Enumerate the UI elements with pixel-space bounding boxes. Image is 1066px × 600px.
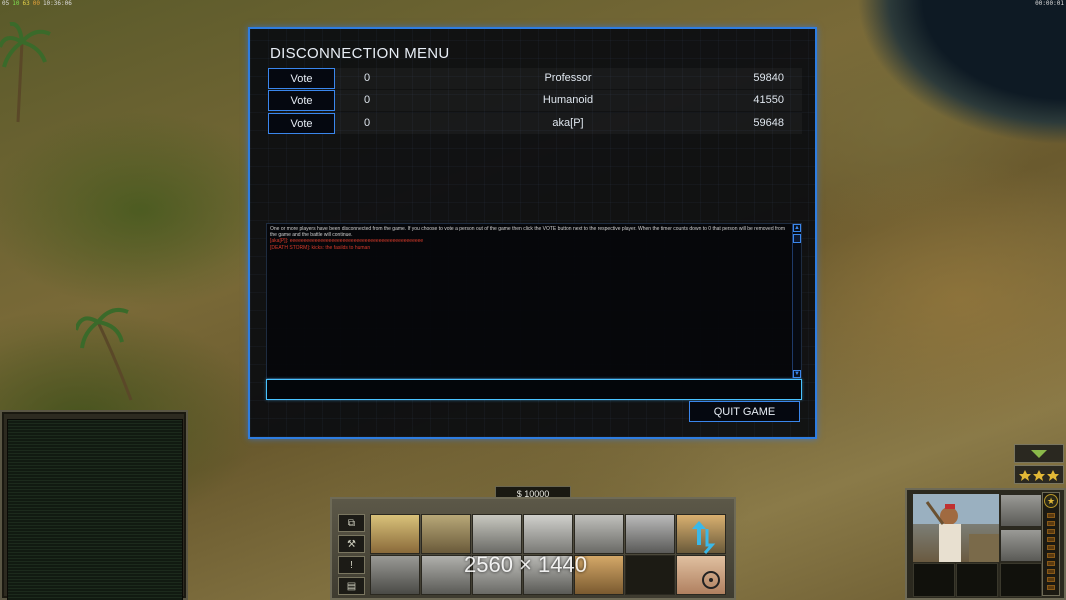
rank-star-icon: ★ bbox=[1044, 494, 1058, 508]
palm-tree-icon bbox=[0, 22, 51, 123]
command-bar: ⧉ ⚒ ! ▤ bbox=[330, 497, 736, 600]
empty-unit-slot bbox=[913, 563, 955, 597]
quit-game-button[interactable]: QUIT GAME bbox=[689, 401, 800, 422]
build-slot-bunker[interactable] bbox=[625, 514, 675, 554]
meter-bar bbox=[1047, 569, 1055, 574]
film-reel-icon bbox=[702, 571, 720, 589]
player-row: Vote 0 aka[P] 59648 bbox=[268, 113, 802, 134]
meter-bar bbox=[1047, 537, 1055, 542]
worker-portrait-icon bbox=[913, 494, 999, 562]
game-timer: 00:00:01 bbox=[1035, 0, 1064, 7]
dialog-title: DISCONNECTION MENU bbox=[270, 45, 450, 62]
general-stars-button[interactable] bbox=[1014, 465, 1064, 484]
collapse-panel-button[interactable] bbox=[1014, 444, 1064, 463]
vote-button-humanoid[interactable]: Vote bbox=[268, 90, 335, 111]
build-slot-special[interactable] bbox=[676, 555, 726, 595]
palm-tree-icon bbox=[76, 308, 133, 401]
meter-bar bbox=[1047, 513, 1055, 518]
rank-panel bbox=[1014, 444, 1064, 486]
structures-tab-icon[interactable]: ⧉ bbox=[338, 514, 365, 532]
build-slot-upgrade[interactable] bbox=[676, 514, 726, 554]
upgrade-arrows-icon bbox=[692, 521, 716, 554]
build-slot-war-factory[interactable] bbox=[523, 514, 573, 554]
meter-bar bbox=[1047, 561, 1055, 566]
meter-bar bbox=[1047, 545, 1055, 550]
meter-bar bbox=[1047, 553, 1055, 558]
rank-meter: ★ bbox=[1042, 492, 1060, 596]
resolution-watermark: 2560 × 1440 bbox=[464, 552, 587, 577]
meter-bar bbox=[1047, 521, 1055, 526]
vote-count: 0 bbox=[364, 94, 371, 106]
system-message: One or more players have been disconnect… bbox=[270, 226, 786, 239]
build-slot-supply-center[interactable] bbox=[472, 514, 522, 554]
player-score: 59648 bbox=[753, 117, 784, 129]
command-side-buttons: ⧉ ⚒ ! ▤ bbox=[338, 514, 367, 598]
vote-count: 0 bbox=[364, 117, 371, 129]
player-row: Vote 0 Humanoid 41550 bbox=[268, 90, 802, 111]
sea-area bbox=[836, 0, 1066, 150]
repair-tab-icon[interactable]: ⚒ bbox=[338, 535, 365, 553]
alert-tab-icon[interactable]: ! bbox=[338, 556, 365, 574]
unit-portrait[interactable] bbox=[913, 494, 999, 562]
build-slot-empty[interactable] bbox=[625, 555, 675, 595]
player-row: Vote 0 Professor 59840 bbox=[268, 68, 802, 89]
meter-bar bbox=[1047, 529, 1055, 534]
radar-minimap bbox=[0, 410, 188, 600]
player-score: 59840 bbox=[753, 72, 784, 84]
unit-portrait-panel: ★ bbox=[905, 488, 1066, 600]
vote-count: 0 bbox=[364, 72, 371, 84]
meter-bar bbox=[1047, 577, 1055, 582]
unit-ability-icons bbox=[1000, 494, 1042, 564]
chat-log[interactable]: One or more players have been disconnect… bbox=[266, 223, 802, 379]
scroll-up-icon[interactable]: ▲ bbox=[793, 224, 801, 232]
empty-unit-slot bbox=[956, 563, 998, 597]
player-name: aka[P] bbox=[552, 117, 584, 129]
build-slot-barracks[interactable] bbox=[421, 514, 471, 554]
build-slot-airfield[interactable] bbox=[574, 514, 624, 554]
player-name: Professor bbox=[544, 72, 592, 84]
build-slot-command-center[interactable] bbox=[370, 514, 420, 554]
disconnection-dialog: DISCONNECTION MENU Vote 0 Professor 5984… bbox=[248, 27, 817, 439]
build-slot-vehicle[interactable] bbox=[370, 555, 420, 595]
scroll-down-icon[interactable]: ▼ bbox=[793, 370, 801, 378]
radar-screen[interactable] bbox=[7, 419, 183, 600]
empty-unit-slot bbox=[1000, 563, 1042, 597]
chat-scrollbar[interactable]: ▲ ▼ bbox=[792, 224, 801, 378]
ability-tank-icon[interactable] bbox=[1000, 494, 1042, 527]
stars-icon bbox=[1019, 469, 1059, 481]
fps-counter: 05 10 63 00 10:36:06 bbox=[2, 0, 72, 7]
scroll-thumb[interactable] bbox=[793, 234, 801, 243]
vote-button-professor[interactable]: Vote bbox=[268, 68, 335, 89]
chat-input[interactable] bbox=[266, 379, 802, 400]
chat-message: [DEATH STORM]: kicks: the fasilds to hum… bbox=[270, 244, 371, 251]
meter-bar bbox=[1047, 585, 1055, 590]
chat-text: One or more players have been disconnect… bbox=[270, 226, 785, 251]
player-name: Humanoid bbox=[542, 94, 594, 106]
chevron-down-icon bbox=[1031, 449, 1047, 458]
vote-button-akap[interactable]: Vote bbox=[268, 113, 335, 134]
player-score: 41550 bbox=[753, 94, 784, 106]
options-tab-icon[interactable]: ▤ bbox=[338, 577, 365, 595]
ability-building-icon[interactable] bbox=[1000, 529, 1042, 562]
